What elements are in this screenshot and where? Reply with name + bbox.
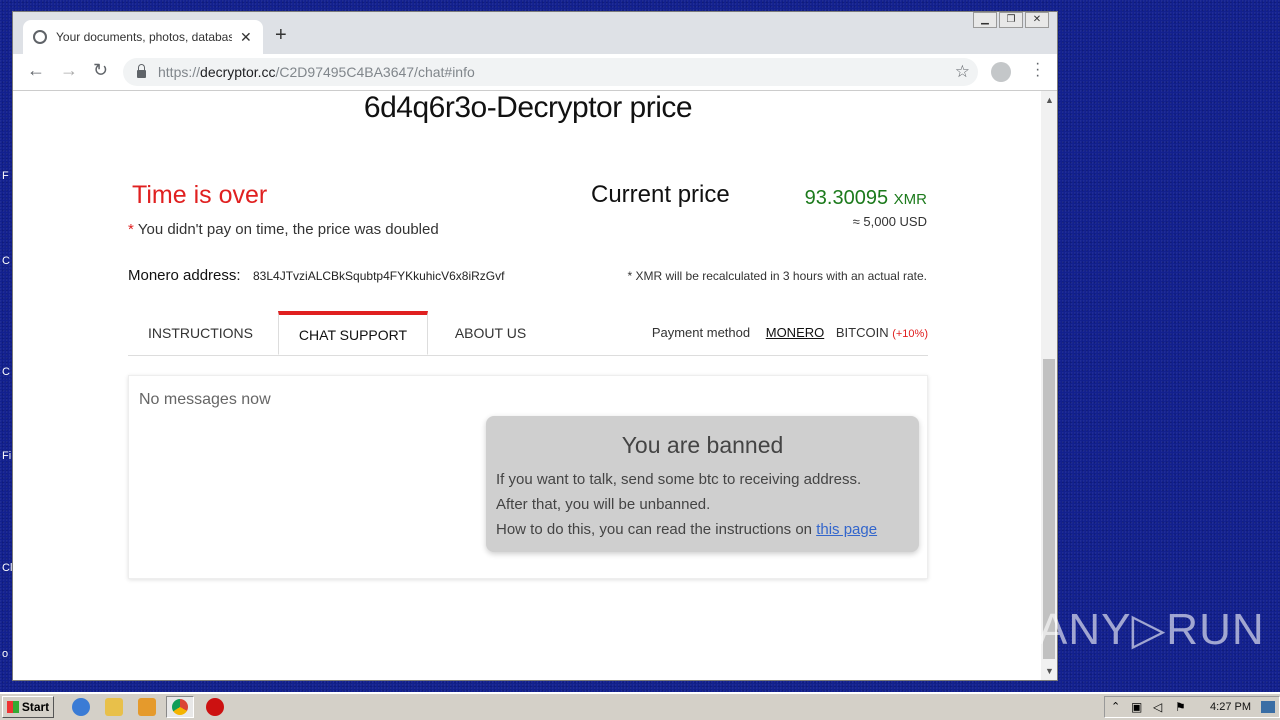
desktop-label[interactable]: C bbox=[2, 255, 10, 267]
back-arrow-icon[interactable]: ← bbox=[27, 60, 45, 81]
browser-window: ▁ ❐ ✕ Your documents, photos, databases … bbox=[12, 11, 1058, 681]
start-button[interactable]: Start bbox=[2, 696, 54, 718]
late-payment-note: * You didn't pay on time, the price was d… bbox=[128, 221, 439, 238]
forward-arrow-icon[interactable]: → bbox=[60, 60, 78, 81]
chrome-icon bbox=[172, 699, 188, 715]
tab-instructions[interactable]: INSTRUCTIONS bbox=[128, 311, 273, 355]
page-tabs: INSTRUCTIONS CHAT SUPPORT ABOUT US Payme… bbox=[128, 311, 928, 356]
page-scrollbar[interactable]: ▲ ▼ bbox=[1041, 91, 1057, 680]
flag-icon[interactable]: ⚑ bbox=[1175, 700, 1186, 714]
no-messages-text: No messages now bbox=[139, 391, 271, 408]
profile-avatar-icon[interactable] bbox=[991, 62, 1011, 82]
scroll-up-icon[interactable]: ▲ bbox=[1045, 95, 1054, 105]
chrome-taskbar-button[interactable] bbox=[166, 696, 194, 718]
recalc-note: * XMR will be recalculated in 3 hours wi… bbox=[627, 269, 927, 283]
desktop-label[interactable]: Fi bbox=[2, 450, 11, 462]
tab-title: Your documents, photos, databases bbox=[56, 30, 232, 44]
price-xmr: 93.30095 XMR bbox=[804, 187, 927, 209]
banned-line-2: After that, you will be unbanned. bbox=[496, 496, 711, 513]
instructions-link[interactable]: this page bbox=[816, 521, 877, 538]
tab-chat-support[interactable]: CHAT SUPPORT bbox=[278, 311, 428, 355]
maximize-button[interactable]: ❐ bbox=[999, 12, 1023, 28]
page-viewport: 6d4q6r3o-Decryptor price Time is over * Y… bbox=[13, 91, 1043, 680]
desktop-label[interactable]: C bbox=[2, 366, 10, 378]
banned-line-3: How to do this, you can read the instruc… bbox=[496, 521, 878, 538]
close-window-button[interactable]: ✕ bbox=[1025, 12, 1049, 28]
desktop-label[interactable]: o bbox=[2, 648, 8, 660]
menu-dots-icon[interactable]: · · · bbox=[1035, 56, 1040, 84]
tab-close-button[interactable]: ✕ bbox=[240, 29, 252, 46]
media-player-icon[interactable] bbox=[138, 698, 156, 716]
network-icon[interactable]: ▣ bbox=[1131, 700, 1142, 714]
browser-toolbar: ← → ↻ https://decryptor.cc/C2D97495C4BA3… bbox=[13, 54, 1057, 91]
system-tray: ⌃ ▣ ◁ ⚑ 4:27 PM bbox=[1104, 696, 1280, 718]
volume-icon[interactable]: ◁ bbox=[1153, 700, 1162, 714]
lock-icon[interactable] bbox=[137, 64, 146, 78]
reload-icon[interactable]: ↻ bbox=[93, 60, 108, 81]
globe-icon bbox=[33, 30, 47, 44]
time-over-heading: Time is over bbox=[132, 181, 268, 209]
url-text[interactable]: https://decryptor.cc/C2D97495C4BA3647/ch… bbox=[158, 64, 475, 80]
new-tab-button[interactable]: + bbox=[275, 24, 287, 47]
chat-box: No messages now You are banned If you wa… bbox=[128, 375, 928, 579]
payment-method-label: Payment method bbox=[651, 325, 751, 340]
tray-expand-icon[interactable]: ⌃ bbox=[1111, 700, 1120, 713]
bookmark-star-icon[interactable]: ☆ bbox=[955, 62, 970, 82]
show-desktop-icon[interactable] bbox=[1261, 701, 1275, 713]
page-title: 6d4q6r3o-Decryptor price bbox=[363, 91, 693, 124]
payment-method: Payment method MONERO BITCOIN (+10%) bbox=[652, 325, 928, 340]
desktop-label[interactable]: F bbox=[2, 170, 9, 182]
payment-bitcoin-option[interactable]: BITCOIN (+10%) bbox=[836, 325, 928, 340]
monero-address-value[interactable]: 83L4JTvziALCBkSqubtp4FYKkuhicV6x8iRzGvf bbox=[253, 269, 505, 283]
payment-monero-option[interactable]: MONERO bbox=[766, 325, 825, 340]
anyrun-watermark: ANY▷RUN bbox=[1038, 605, 1265, 654]
price-usd: ≈ 5,000 USD bbox=[852, 214, 927, 229]
current-price-label: Current price bbox=[591, 181, 730, 208]
browser-tab[interactable]: Your documents, photos, databases ✕ bbox=[23, 20, 263, 54]
banned-notice: You are banned If you want to talk, send… bbox=[486, 416, 919, 552]
scroll-down-icon[interactable]: ▼ bbox=[1045, 666, 1054, 676]
stop-icon[interactable] bbox=[206, 698, 224, 716]
minimize-button[interactable]: ▁ bbox=[973, 12, 997, 28]
banned-line-1: If you want to talk, send some btc to re… bbox=[496, 471, 862, 488]
clock[interactable]: 4:27 PM bbox=[1210, 701, 1251, 713]
address-bar[interactable]: https://decryptor.cc/C2D97495C4BA3647/ch… bbox=[123, 58, 978, 86]
banned-title: You are banned bbox=[621, 432, 784, 458]
window-controls: ▁ ❐ ✕ bbox=[973, 12, 1049, 28]
desktop-label[interactable]: Cl bbox=[2, 562, 12, 574]
monero-address-label: Monero address: bbox=[128, 267, 241, 284]
folder-icon[interactable] bbox=[105, 698, 123, 716]
taskbar: Start ⌃ ▣ ◁ ⚑ 4:27 PM bbox=[0, 692, 1280, 720]
windows-logo-icon bbox=[6, 701, 19, 713]
ie-icon[interactable] bbox=[72, 698, 90, 716]
tab-about-us[interactable]: ABOUT US bbox=[433, 311, 548, 355]
